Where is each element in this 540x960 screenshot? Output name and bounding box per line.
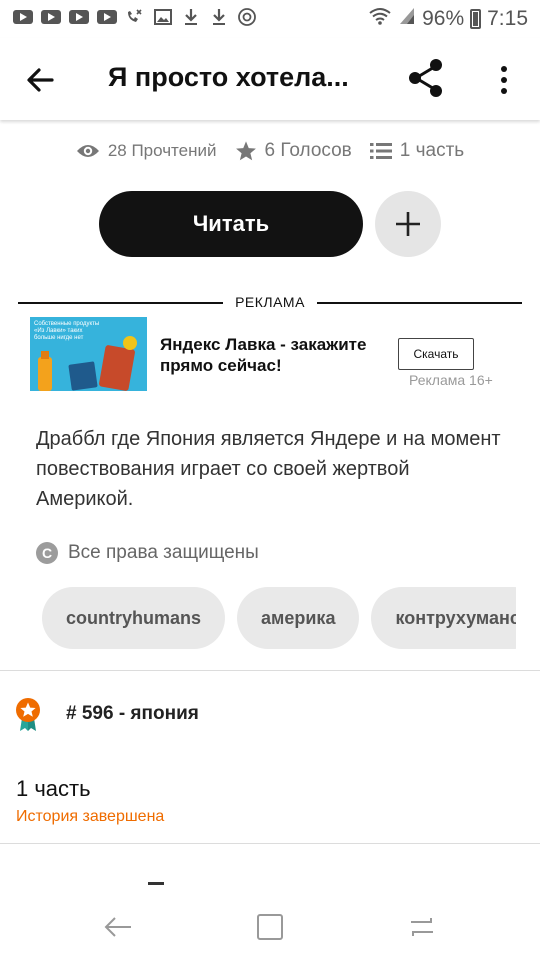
ad-download-button[interactable]: Скачать	[398, 338, 474, 370]
story-title: Я просто хотела...	[108, 62, 349, 92]
nav-back-button[interactable]	[101, 910, 135, 944]
youtube-icon	[40, 8, 62, 26]
ad-image[interactable]: Собственные продукты «Из Лавки» таких бо…	[30, 317, 147, 391]
signal-icon	[398, 6, 416, 32]
navigation-bar	[0, 890, 540, 960]
nav-recents-icon	[411, 918, 433, 936]
tag-list: countryhumans америка контрухуманс	[42, 587, 516, 649]
nav-home-button[interactable]	[253, 910, 287, 944]
notification-icons	[12, 8, 258, 26]
copyright-text: Все права защищены	[68, 542, 259, 563]
share-button[interactable]	[402, 56, 450, 100]
share-icon	[409, 59, 442, 97]
ranking-text: # 596 - япония	[66, 703, 199, 724]
ranking-badge-icon	[16, 698, 40, 731]
download-icon	[180, 8, 202, 26]
section-divider	[0, 843, 540, 844]
ad-label: РЕКЛАМА	[223, 294, 317, 310]
more-vert-icon	[501, 66, 507, 94]
tag-chip[interactable]: контрухуманс	[371, 587, 516, 649]
nav-back-icon	[104, 917, 131, 937]
youtube-icon	[96, 8, 118, 26]
image-icon	[152, 8, 174, 26]
ad-divider: РЕКЛАМА	[18, 292, 522, 312]
nav-recents-button[interactable]	[405, 910, 439, 944]
clock: 7:15	[487, 7, 528, 30]
back-button[interactable]	[22, 60, 62, 100]
clipped-content	[148, 882, 164, 885]
target-icon	[236, 8, 258, 26]
section-divider	[0, 670, 540, 671]
missed-call-icon	[124, 8, 146, 26]
download-icon	[208, 8, 230, 26]
system-status: 96% 7:15	[368, 6, 528, 32]
ad-title[interactable]: Яндекс Лавка - закажите прямо сейчас!	[160, 334, 390, 377]
tag-chip[interactable]: америка	[237, 587, 360, 649]
eye-icon	[76, 145, 99, 157]
copyright-row: C Все права защищены	[36, 542, 259, 564]
story-status: История завершена	[16, 808, 165, 825]
ad-products-graphic	[38, 336, 137, 391]
copyright-icon: C	[36, 542, 58, 564]
ranking-row[interactable]: # 596 - япония	[14, 696, 199, 732]
app-bar: Я просто хотела...	[0, 38, 540, 120]
star-icon	[235, 141, 256, 161]
part-title[interactable]: 1 часть	[16, 776, 91, 802]
votes-stat: 6 Голосов	[235, 140, 352, 162]
read-button[interactable]: Читать	[99, 191, 363, 257]
arrow-left-icon	[27, 68, 54, 92]
battery-icon	[470, 9, 482, 29]
add-to-library-button[interactable]	[375, 191, 441, 257]
tag-chip[interactable]: countryhumans	[42, 587, 226, 649]
reads-stat: 28 Прочтений	[76, 141, 217, 161]
reads-count: 28 Прочтений	[107, 141, 217, 160]
battery-level: 96%	[422, 7, 465, 30]
plus-icon	[396, 212, 420, 236]
parts-stat: 1 часть	[369, 140, 465, 162]
wifi-icon	[368, 6, 392, 32]
story-description: Драббл где Япония является Яндере и на м…	[36, 428, 501, 510]
ad-meta: Реклама 16+	[409, 372, 493, 388]
youtube-icon	[68, 8, 90, 26]
list-icon	[369, 143, 392, 159]
more-options-button[interactable]	[490, 60, 518, 100]
nav-home-icon	[257, 914, 283, 940]
story-stats: 28 Прочтений 6 Голосов 1 часть	[0, 140, 540, 162]
status-bar: 96% 7:15	[0, 0, 540, 38]
parts-count: 1 часть	[399, 140, 465, 161]
votes-count: 6 Голосов	[264, 140, 352, 161]
youtube-icon	[12, 8, 34, 26]
